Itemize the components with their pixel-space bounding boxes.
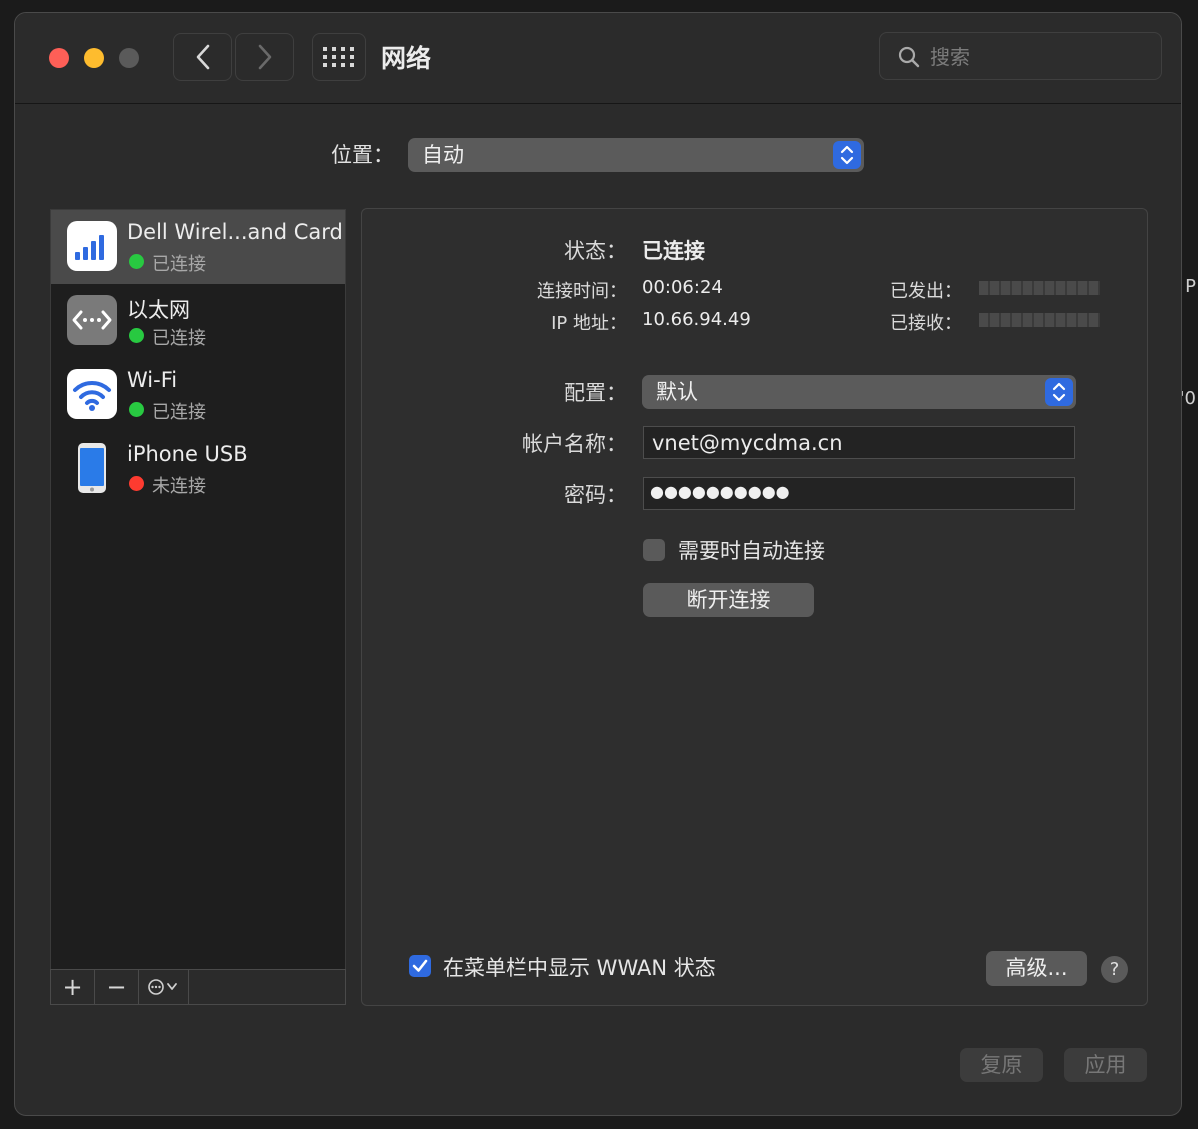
disconnect-button[interactable]: 断开连接 [643, 583, 814, 617]
service-list: Dell Wirel...and Card 已连接 以太网 已连接 Wi-Fi … [50, 209, 346, 971]
password-field[interactable]: ●●●●●●●●●● [643, 477, 1075, 510]
service-item-iphone-usb[interactable]: iPhone USB 未连接 [51, 432, 345, 506]
cellular-icon [67, 221, 117, 271]
configuration-label: 配置： [564, 381, 627, 405]
status-dot [129, 476, 144, 491]
chevron-left-icon [196, 44, 209, 70]
service-name: 以太网 [127, 298, 190, 322]
apply-button-label: 应用 [1084, 1053, 1127, 1077]
window-title: 网络 [381, 44, 432, 73]
status-dot [129, 254, 144, 269]
service-item-dell-wireless[interactable]: Dell Wirel...and Card 已连接 [51, 210, 345, 284]
zoom-button[interactable] [119, 48, 139, 68]
location-value: 自动 [422, 143, 464, 167]
close-button[interactable] [49, 48, 69, 68]
account-name-label: 帐户名称： [522, 432, 627, 456]
more-options-icon [147, 979, 177, 995]
account-name-field[interactable] [643, 426, 1075, 459]
service-status: 已连接 [152, 328, 206, 349]
revert-button-label: 复原 [980, 1053, 1023, 1077]
remove-service-button[interactable]: − [95, 970, 139, 1004]
password-label: 密码： [564, 483, 627, 507]
auto-connect-label: 需要时自动连接 [678, 539, 825, 563]
ip-address-value: 10.66.94.49 [642, 309, 751, 330]
add-service-button[interactable]: + [51, 970, 95, 1004]
auto-connect-checkbox[interactable] [643, 539, 665, 561]
network-preferences-window: 网络 位置： 自动 Dell Wirel...and Card 已连接 以太网 [14, 12, 1182, 1116]
status-dot [129, 328, 144, 343]
status-value: 已连接 [642, 239, 705, 263]
service-detail-pane: 状态： 已连接 连接时间： 00:06:24 IP 地址： 10.66.94.4… [361, 208, 1148, 1006]
sent-activity-meter [979, 281, 1100, 295]
connect-time-value: 00:06:24 [642, 277, 723, 298]
service-status: 未连接 [152, 476, 206, 497]
service-item-ethernet[interactable]: 以太网 已连接 [51, 284, 345, 358]
received-label: 已接收： [890, 313, 962, 334]
chevron-right-icon [258, 44, 271, 70]
minus-icon: − [106, 973, 127, 1001]
minimize-button[interactable] [84, 48, 104, 68]
password-value: ●●●●●●●●●● [650, 482, 790, 501]
apply-button[interactable]: 应用 [1064, 1048, 1147, 1082]
service-name: Wi-Fi [127, 368, 178, 392]
checkmark-icon [412, 959, 428, 972]
iphone-icon [67, 443, 117, 493]
sent-label: 已发出： [890, 281, 962, 302]
revert-button[interactable]: 复原 [960, 1048, 1043, 1082]
service-name: Dell Wirel...and Card [127, 220, 343, 244]
advanced-button[interactable]: 高级... [986, 951, 1087, 986]
updown-arrows-icon [833, 141, 861, 169]
configuration-popup[interactable]: 默认 [642, 375, 1076, 409]
title-bar: 网络 [15, 13, 1181, 104]
search-field[interactable] [879, 32, 1162, 80]
back-button[interactable] [173, 33, 232, 81]
search-icon [898, 46, 920, 68]
location-popup[interactable]: 自动 [408, 138, 864, 172]
location-label: 位置： [331, 143, 394, 167]
disconnect-button-label: 断开连接 [686, 588, 771, 612]
connect-time-label: 连接时间： [537, 281, 627, 302]
background-window-text: '0 [1179, 388, 1196, 409]
grid-icon [323, 47, 354, 67]
updown-arrows-icon [1045, 378, 1073, 406]
ethernet-icon [67, 295, 117, 345]
forward-button[interactable] [235, 33, 294, 81]
service-item-wifi[interactable]: Wi-Fi 已连接 [51, 358, 345, 432]
service-name: iPhone USB [127, 442, 248, 466]
plus-icon: + [62, 973, 83, 1001]
service-list-toolbar: + − [50, 969, 346, 1005]
show-wwan-status-checkbox[interactable] [409, 955, 431, 977]
wifi-icon [67, 369, 117, 419]
service-status: 已连接 [152, 402, 206, 423]
service-status: 已连接 [152, 254, 206, 275]
action-menu-button[interactable] [139, 970, 189, 1004]
received-activity-meter [979, 313, 1100, 327]
ip-address-label: IP 地址： [551, 313, 627, 334]
help-button[interactable]: ? [1101, 956, 1128, 983]
status-dot [129, 402, 144, 417]
account-name-input[interactable] [650, 427, 1064, 459]
status-label: 状态： [564, 239, 627, 263]
show-all-button[interactable] [312, 33, 366, 81]
configuration-value: 默认 [656, 380, 698, 404]
background-window-text: P [1185, 276, 1196, 297]
search-input[interactable] [928, 41, 1152, 73]
show-wwan-status-label: 在菜单栏中显示 WWAN 状态 [443, 956, 716, 980]
advanced-button-label: 高级... [1005, 956, 1068, 980]
